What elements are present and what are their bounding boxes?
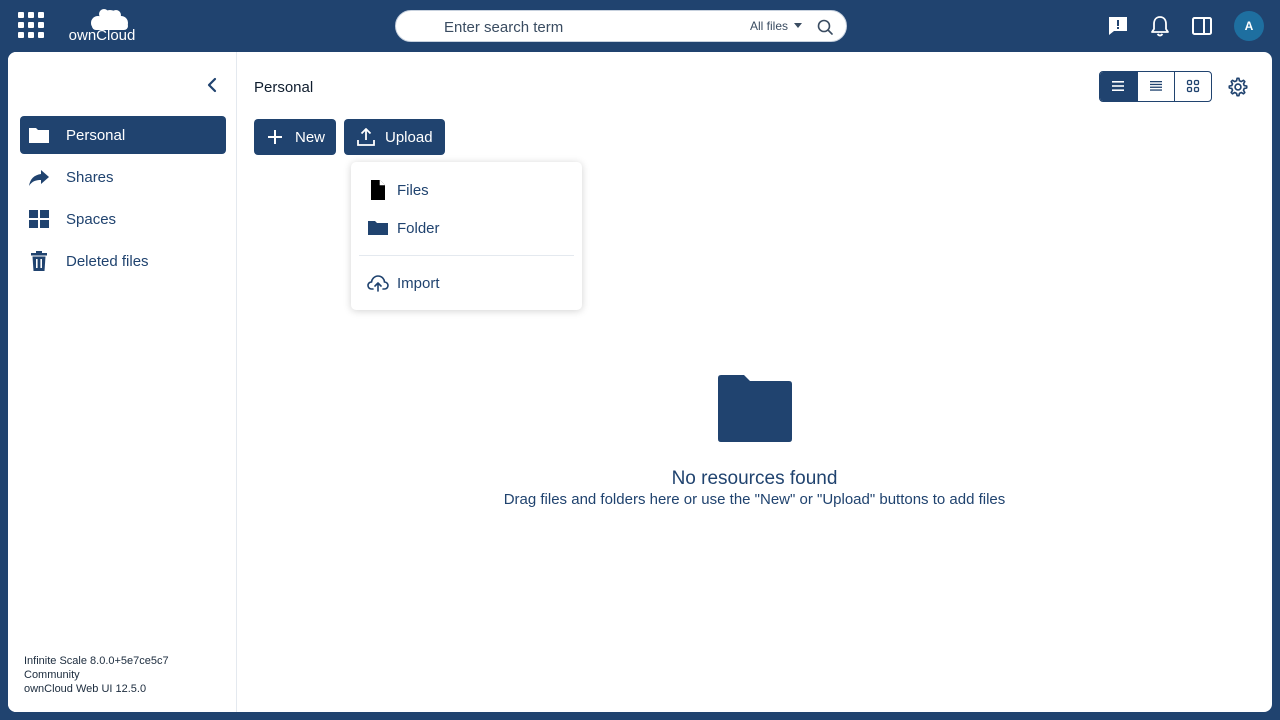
version-info: Infinite Scale 8.0.0+5e7ce5c7 Community … — [24, 654, 169, 696]
upload-folder-item[interactable]: Folder — [359, 211, 574, 245]
condensed-list-icon — [1150, 81, 1162, 91]
grid-icon — [29, 210, 49, 228]
folder-icon — [368, 221, 388, 235]
cloud-upload-icon — [367, 275, 389, 292]
view-mode-default[interactable] — [1100, 72, 1137, 101]
import-item[interactable]: Import — [359, 266, 574, 300]
file-icon — [371, 180, 385, 200]
version-line: ownCloud Web UI 12.5.0 — [24, 683, 147, 695]
upload-menu-label: Files — [397, 182, 429, 199]
share-icon — [29, 170, 49, 186]
upload-button-label: Upload — [385, 129, 433, 146]
content-area: Personal New Upload Files Folder Import … — [237, 52, 1272, 712]
view-mode-switcher — [1099, 71, 1212, 102]
upload-menu: Files Folder Import — [351, 162, 582, 310]
upload-button[interactable]: Upload — [344, 119, 445, 155]
sidebar-item-label: Personal — [66, 127, 126, 144]
user-avatar[interactable]: A — [1234, 11, 1264, 41]
search-scope-label: All files — [749, 19, 788, 33]
sidebar-toggle-icon[interactable] — [1191, 15, 1213, 37]
plus-icon — [268, 130, 282, 144]
new-button-label: New — [295, 129, 326, 146]
app-switcher-icon[interactable] — [18, 12, 44, 38]
search-input[interactable] — [444, 17, 724, 37]
empty-state-title: No resources found — [671, 468, 838, 489]
bell-icon[interactable] — [1149, 15, 1171, 37]
empty-folder-icon — [718, 375, 792, 442]
tiles-icon — [1186, 79, 1200, 93]
empty-state-subtitle: Drag files and folders here or use the "… — [503, 491, 1006, 508]
chevron-down-icon — [794, 23, 802, 28]
view-mode-condensed[interactable] — [1137, 72, 1174, 101]
sidebar-item-personal[interactable]: Personal — [20, 116, 226, 154]
sidebar-item-label: Spaces — [66, 211, 117, 228]
search-icon[interactable] — [816, 18, 834, 36]
new-button[interactable]: New — [254, 119, 336, 155]
menu-divider — [359, 255, 574, 256]
breadcrumb[interactable]: Personal — [254, 79, 313, 96]
gear-icon[interactable] — [1227, 76, 1249, 98]
trash-icon — [31, 251, 47, 271]
owncloud-logo[interactable]: ownCloud — [64, 4, 140, 46]
cloud-logo-icon: ownCloud — [69, 9, 136, 44]
version-line: Infinite Scale 8.0.0+5e7ce5c7 — [24, 655, 169, 667]
upload-menu-label: Import — [397, 275, 440, 292]
sidebar-item-deleted-files[interactable]: Deleted files — [20, 242, 226, 280]
sidebar-item-shares[interactable]: Shares — [20, 158, 226, 196]
logo-wordmark: ownCloud — [69, 27, 136, 44]
view-mode-tiles[interactable] — [1174, 72, 1211, 101]
feedback-icon[interactable] — [1107, 15, 1129, 37]
main-panel: Personal Shares Spaces Deleted files Inf… — [8, 52, 1272, 712]
upload-menu-label: Folder — [397, 220, 440, 237]
list-icon — [1112, 81, 1124, 91]
upload-icon — [357, 128, 375, 146]
sidebar-item-spaces[interactable]: Spaces — [20, 200, 226, 238]
version-line: Community — [24, 669, 80, 681]
upload-files-item[interactable]: Files — [359, 173, 574, 207]
chevron-left-icon[interactable] — [204, 76, 222, 94]
folder-icon — [29, 128, 49, 143]
sidebar-item-label: Deleted files — [66, 253, 149, 270]
sidebar-item-label: Shares — [66, 169, 114, 186]
top-bar: ownCloud All files A — [0, 0, 1280, 52]
search-scope-select[interactable]: All files — [750, 19, 802, 33]
sidebar: Personal Shares Spaces Deleted files Inf… — [8, 52, 237, 712]
search-bar: All files — [395, 10, 847, 42]
